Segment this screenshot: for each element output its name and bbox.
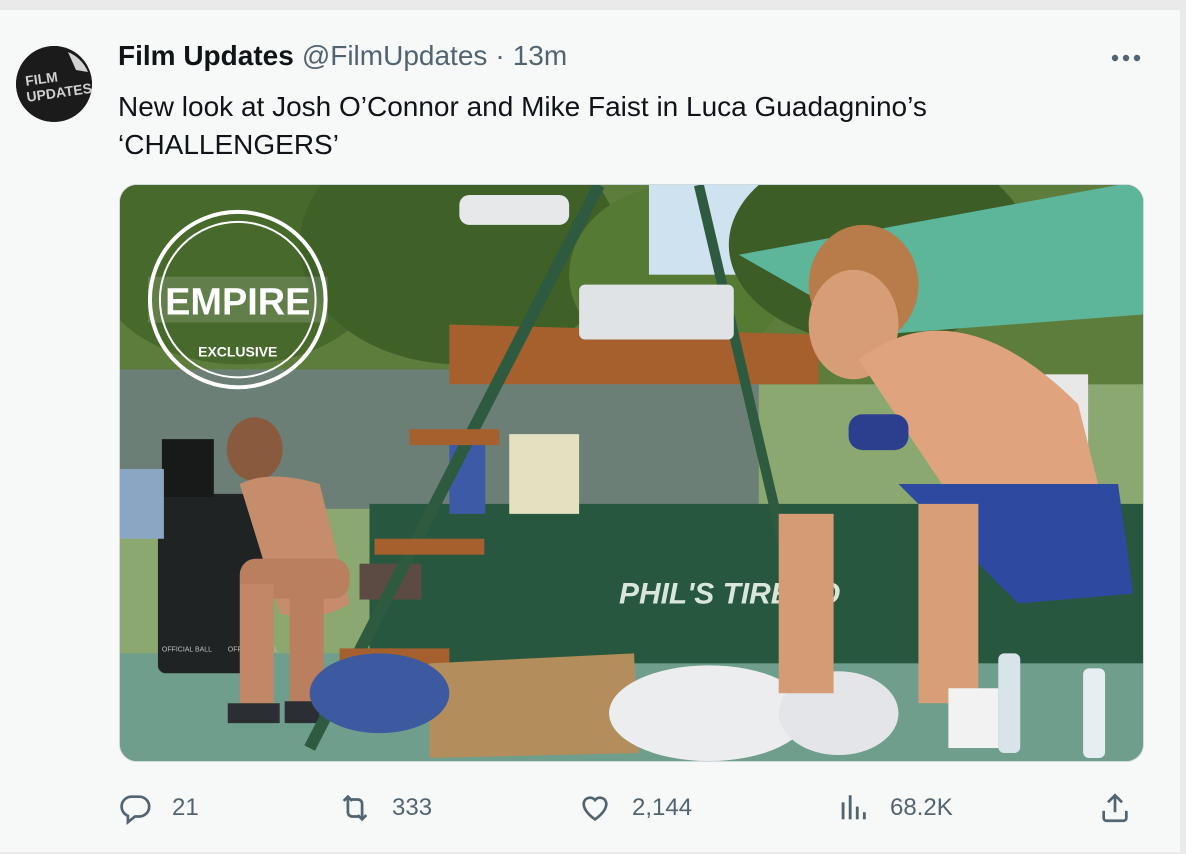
like-icon (578, 791, 612, 825)
bin-label-left: OFFICIAL BALL (162, 646, 212, 653)
avatar[interactable]: FILM UPDATES (16, 46, 92, 122)
views-button[interactable]: 68.2K (836, 788, 953, 828)
repost-count: 333 (392, 794, 433, 821)
tweet-header: Film Updates @FilmUpdates · 13m (118, 38, 567, 74)
repost-icon (338, 791, 372, 825)
separator-dot: · (495, 40, 505, 71)
tweet-text-line-2: ‘CHALLENGERS’ (118, 129, 339, 160)
tweet-text-line-1: New look at Josh O’Connor and Mike Faist… (118, 91, 927, 122)
tweet-actions: 21 333 2,144 68.2K (118, 788, 1148, 828)
tweet-media-photo[interactable]: PHIL'S TIRE TO OFFICIAL BALL OFFICIAL BA… (119, 184, 1144, 762)
watermark-main: EMPIRE (165, 282, 310, 324)
repost-button[interactable]: 333 (338, 788, 432, 828)
reply-count: 21 (172, 794, 199, 821)
author-name[interactable]: Film Updates (118, 38, 294, 74)
reply-button[interactable]: 21 (118, 788, 199, 828)
share-icon (1098, 791, 1132, 825)
like-count: 2,144 (632, 794, 693, 821)
tweet-text: New look at Josh O’Connor and Mike Faist… (118, 88, 1138, 164)
tweet-card[interactable]: FILM UPDATES Film Updates @FilmUpdates ·… (0, 10, 1180, 852)
more-icon[interactable] (1108, 46, 1144, 70)
share-button[interactable] (1098, 788, 1132, 828)
author-handle[interactable]: @FilmUpdates (302, 38, 488, 74)
views-icon (836, 791, 870, 825)
watermark-sub: EXCLUSIVE (198, 343, 277, 359)
timestamp[interactable]: 13m (513, 38, 567, 74)
views-count: 68.2K (890, 794, 953, 821)
like-button[interactable]: 2,144 (578, 788, 692, 828)
reply-icon (118, 791, 152, 825)
